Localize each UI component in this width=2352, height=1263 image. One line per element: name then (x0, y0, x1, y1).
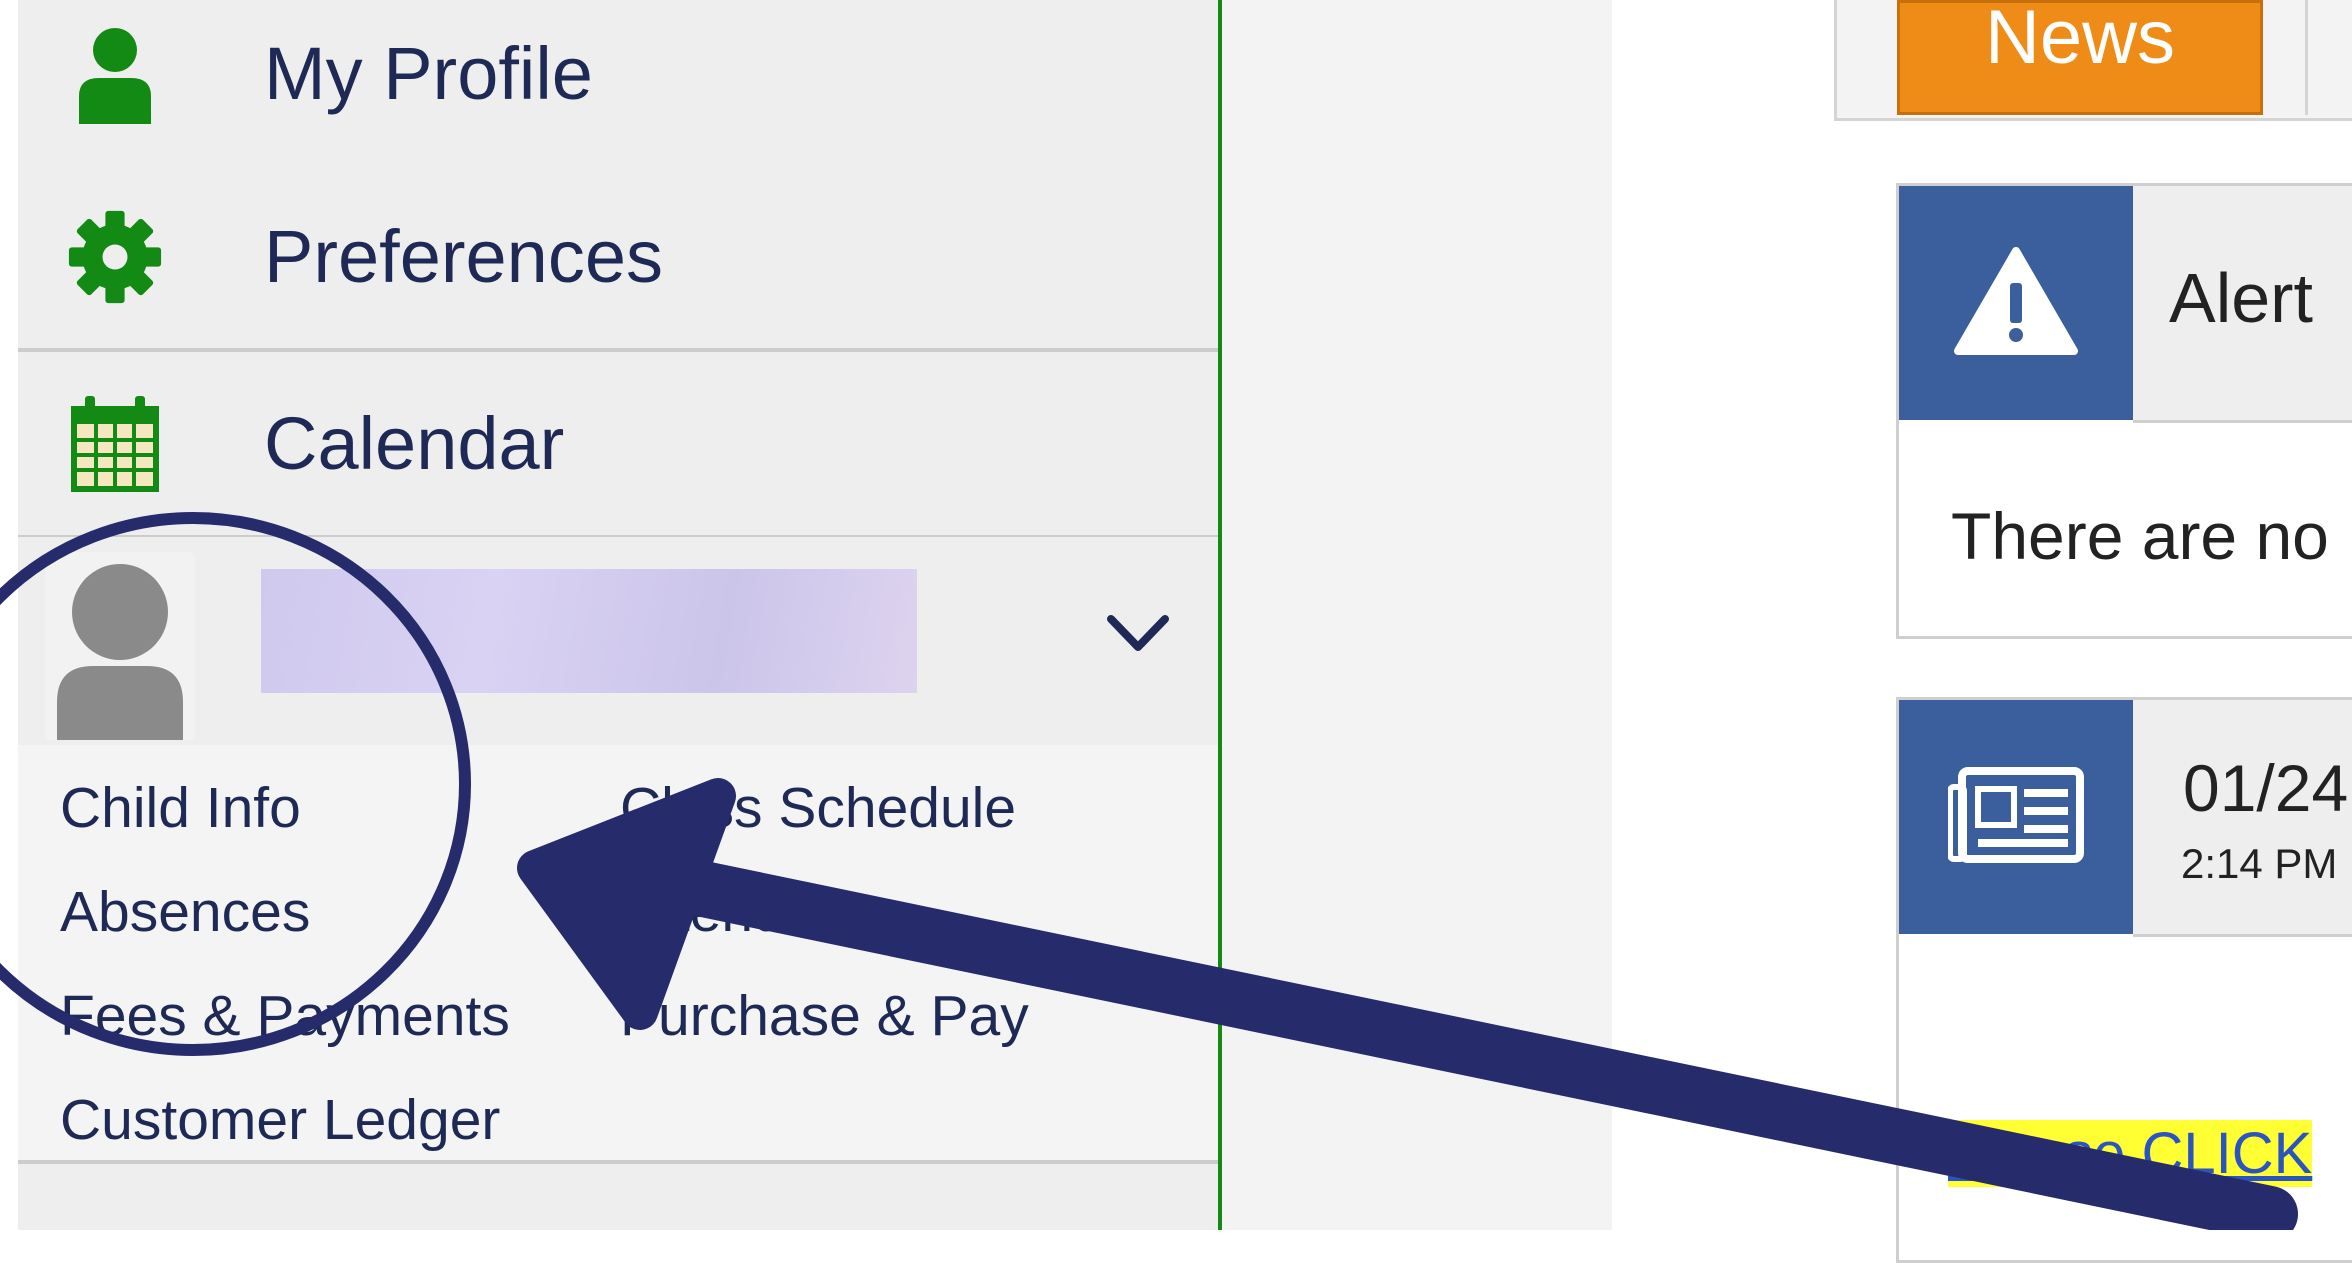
child-info-link[interactable]: Child Info (60, 775, 301, 841)
purchase-pay-link[interactable]: Purchase & Pay (620, 983, 1029, 1049)
sidebar-item-preferences[interactable]: Preferences (18, 165, 1218, 352)
alert-card-title: Alert (2169, 259, 2313, 337)
gutter (1222, 0, 1612, 1230)
absences-link[interactable]: Absences (60, 879, 310, 945)
news-date: 01/24 (2183, 751, 2349, 825)
main-content: News Alert There are no 01/24 2:14 PM Pl… (1834, 0, 2352, 1263)
tab-news[interactable]: News (1897, 0, 2263, 115)
sidebar-item-label: Preferences (264, 215, 663, 298)
tab-divider (2305, 0, 2308, 115)
gear-icon (60, 202, 170, 312)
child-selector[interactable] (18, 537, 1218, 745)
warning-icon (1954, 245, 2078, 362)
alert-icon-box (1899, 186, 2133, 420)
user-icon (60, 19, 170, 129)
class-schedule-link[interactable]: Class Schedule (620, 775, 1016, 841)
sidebar-next-item[interactable] (18, 1164, 1218, 1230)
newspaper-icon (1947, 766, 2084, 868)
child-name-redacted (261, 569, 917, 693)
news-icon-box (1899, 700, 2133, 934)
avatar (45, 552, 195, 740)
alert-card-body: There are no (1951, 499, 2329, 573)
news-card-header: 01/24 2:14 PM (2133, 700, 2352, 937)
calendar-icon (60, 389, 170, 499)
child-links-panel: Child Info Class Schedule Absences Atten… (18, 745, 1218, 1164)
alert-card-header: Alert (2133, 186, 2352, 423)
attendance-link[interactable]: Attendance (620, 879, 908, 945)
sidebar-item-label: My Profile (264, 32, 593, 115)
news-link[interactable]: Please CLICK (1948, 1120, 2313, 1187)
sidebar-item-my-profile[interactable]: My Profile (18, 0, 1218, 169)
news-time: 2:14 PM (2181, 840, 2338, 887)
alert-card: Alert There are no (1896, 183, 2352, 639)
fees-payments-link[interactable]: Fees & Payments (60, 983, 510, 1049)
customer-ledger-link[interactable]: Customer Ledger (60, 1087, 500, 1153)
chevron-down-icon[interactable] (1103, 597, 1173, 667)
sidebar-nav: My Profile Preferences Calendar Child In… (18, 0, 1222, 1230)
tab-bar: News (1834, 0, 2352, 121)
sidebar-item-label: Calendar (264, 402, 565, 485)
sidebar-item-calendar[interactable]: Calendar (18, 352, 1218, 539)
